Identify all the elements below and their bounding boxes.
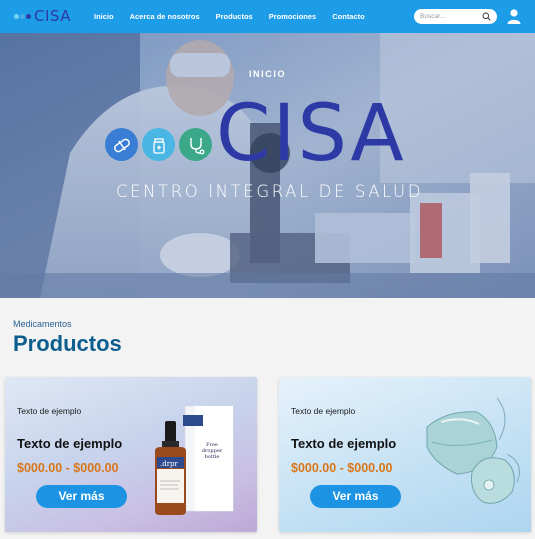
svg-text:bottle: bottle bbox=[205, 454, 220, 460]
hero-icon-group bbox=[105, 128, 212, 161]
nav-link-productos[interactable]: Productos bbox=[216, 12, 253, 21]
card-title: Texto de ejemplo bbox=[17, 436, 123, 451]
ver-mas-button[interactable]: Ver más bbox=[310, 485, 401, 508]
product-card: Texto de ejemplo Texto de ejemplo $000.0… bbox=[279, 377, 531, 532]
top-navbar: CISA Inicio Acerca de nosotros Productos… bbox=[0, 0, 535, 33]
user-icon[interactable] bbox=[507, 9, 521, 24]
card-price: $000.00 - $000.00 bbox=[291, 461, 393, 475]
product-card: Texto de ejemplo Texto de ejemplo $000.0… bbox=[5, 377, 257, 532]
stethoscope-icon bbox=[179, 128, 212, 161]
pill-icon bbox=[105, 128, 138, 161]
medicine-bottle-icon bbox=[142, 128, 175, 161]
logo-dots-icon bbox=[14, 13, 31, 19]
search-icon[interactable] bbox=[482, 12, 491, 21]
search-input[interactable] bbox=[420, 13, 482, 20]
face-mask-image bbox=[426, 397, 520, 504]
section-title: Productos bbox=[13, 331, 122, 356]
nav-link-inicio[interactable]: Inicio bbox=[94, 12, 114, 21]
hero-kicker: INICIO bbox=[248, 69, 287, 79]
hero-banner: INICIO CISA CENTRO INTEGRAL DE SALUD bbox=[0, 33, 535, 298]
hero-subtitle: CENTRO INTEGRAL DE SALUD bbox=[115, 182, 424, 201]
nav-link-promociones[interactable]: Promociones bbox=[269, 12, 317, 21]
search-box bbox=[414, 9, 497, 24]
section-kicker: Medicamentos bbox=[13, 319, 72, 329]
nav-link-acerca[interactable]: Acerca de nosotros bbox=[130, 12, 200, 21]
card-eyebrow: Texto de ejemplo bbox=[291, 406, 356, 416]
bottle-brand-label: .drpr bbox=[160, 460, 178, 468]
ver-mas-button[interactable]: Ver más bbox=[36, 485, 127, 508]
hero-title: CISA bbox=[216, 89, 406, 179]
logo-text: CISA bbox=[34, 7, 71, 25]
card-eyebrow: Texto de ejemplo bbox=[17, 406, 82, 416]
nav-links: Inicio Acerca de nosotros Productos Prom… bbox=[94, 12, 365, 21]
site-logo[interactable]: CISA bbox=[14, 7, 71, 25]
card-price: $000.00 - $000.00 bbox=[17, 461, 119, 475]
nav-link-contacto[interactable]: Contacto bbox=[332, 12, 365, 21]
card-title: Texto de ejemplo bbox=[291, 436, 397, 451]
